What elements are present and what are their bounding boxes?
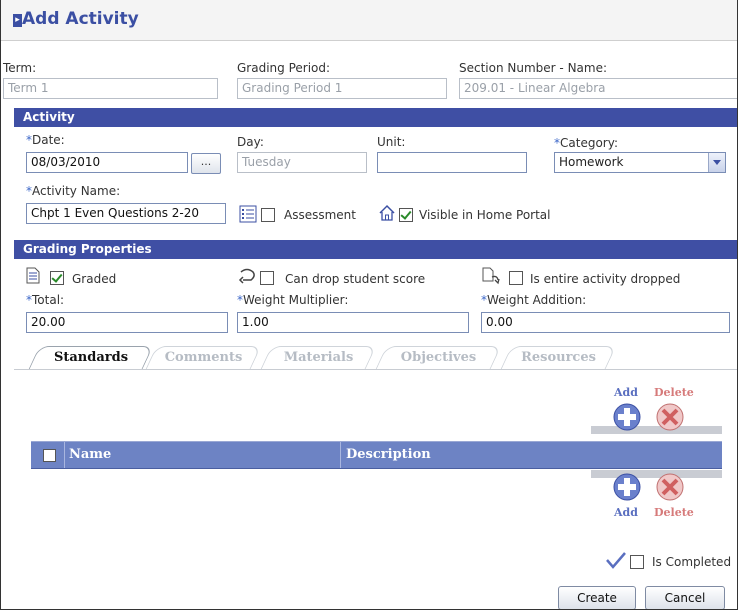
tab-comments[interactable]: Comments xyxy=(145,346,262,369)
delete-label-bottom: Delete xyxy=(654,506,694,519)
column-divider xyxy=(64,442,65,468)
page-title: Add Activity xyxy=(22,9,139,29)
tab-bar: Standards Comments Materials Objectives … xyxy=(26,346,626,370)
activity-section-header: Activity xyxy=(14,108,737,127)
total-input[interactable]: 20.00 xyxy=(26,312,228,333)
title-bar: ▸ Add Activity xyxy=(1,0,737,41)
add-label-bottom: Add xyxy=(614,506,638,519)
assessment-icon xyxy=(239,205,257,223)
tab-standards[interactable]: Standards xyxy=(28,346,154,369)
column-header-description[interactable]: Description xyxy=(346,442,431,468)
visible-home-portal-label: Visible in Home Portal xyxy=(419,208,551,222)
activity-name-label: *Activity Name: xyxy=(26,184,121,198)
visible-home-portal-checkbox[interactable] xyxy=(399,208,413,222)
drop-student-score-label: Can drop student score xyxy=(285,272,426,286)
add-icon[interactable] xyxy=(613,403,641,431)
window-icon: ▸ xyxy=(13,14,22,27)
column-divider xyxy=(340,442,341,468)
weight-multiplier-input[interactable]: 1.00 xyxy=(237,312,469,333)
delete-icon[interactable] xyxy=(656,403,684,431)
grading-properties-header: Grading Properties xyxy=(14,240,737,259)
term-field: Term 1 xyxy=(3,78,218,99)
tab-resources[interactable]: Resources xyxy=(500,346,617,369)
unit-label: Unit: xyxy=(377,135,406,149)
select-all-checkbox[interactable] xyxy=(43,449,56,462)
assessment-label: Assessment xyxy=(284,208,356,222)
grading-period-label: Grading Period: xyxy=(237,61,331,75)
home-icon xyxy=(379,204,395,221)
weight-multiplier-label: *Weight Multiplier: xyxy=(237,293,349,307)
tab-objectives[interactable]: Objectives xyxy=(375,346,502,369)
cancel-button[interactable]: Cancel xyxy=(645,586,725,609)
is-completed-label: Is Completed xyxy=(652,555,732,569)
day-label: Day: xyxy=(237,135,264,149)
column-header-name[interactable]: Name xyxy=(69,442,111,468)
checkmark-icon xyxy=(606,552,626,569)
delete-icon[interactable] xyxy=(656,473,684,501)
term-label: Term: xyxy=(3,61,37,75)
chevron-down-icon[interactable] xyxy=(708,153,725,172)
date-input[interactable]: 08/03/2010 xyxy=(26,152,188,173)
section-label: Section Number - Name: xyxy=(459,61,608,75)
entire-activity-dropped-checkbox[interactable] xyxy=(509,271,523,285)
create-button[interactable]: Create xyxy=(558,586,636,609)
tab-divider xyxy=(14,369,737,370)
day-field: Tuesday xyxy=(237,152,367,173)
weight-addition-input[interactable]: 0.00 xyxy=(481,312,730,333)
add-icon[interactable] xyxy=(613,473,641,501)
category-select[interactable]: Homework xyxy=(554,152,726,173)
activity-dropped-icon xyxy=(482,267,500,285)
add-label-top: Add xyxy=(614,386,638,399)
standards-table-header: Name Description xyxy=(31,441,722,469)
activity-name-input[interactable]: Chpt 1 Even Questions 2-20 xyxy=(26,203,226,224)
grading-period-field: Grading Period 1 xyxy=(237,78,447,99)
entire-activity-dropped-label: Is entire activity dropped xyxy=(530,272,681,286)
section-field: 209.01 - Linear Algebra xyxy=(459,78,737,99)
unit-input[interactable] xyxy=(377,152,527,173)
category-label: *Category: xyxy=(554,136,618,150)
add-activity-dialog: ▸ Add Activity Term: Term 1 Grading Peri… xyxy=(0,0,738,610)
tab-materials[interactable]: Materials xyxy=(260,346,377,369)
category-value: Homework xyxy=(559,155,624,169)
total-label: *Total: xyxy=(26,293,65,307)
date-picker-button[interactable]: ... xyxy=(191,153,221,174)
delete-label-top: Delete xyxy=(654,386,694,399)
drop-student-score-checkbox[interactable] xyxy=(260,271,274,285)
weight-addition-label: *Weight Addition: xyxy=(481,293,587,307)
date-label: *Date: xyxy=(26,133,65,147)
document-icon xyxy=(26,267,40,284)
graded-checkbox[interactable] xyxy=(50,271,64,285)
drop-score-icon xyxy=(238,268,255,284)
is-completed-checkbox[interactable] xyxy=(630,555,644,569)
graded-label: Graded xyxy=(72,272,117,286)
assessment-checkbox[interactable] xyxy=(261,208,275,222)
